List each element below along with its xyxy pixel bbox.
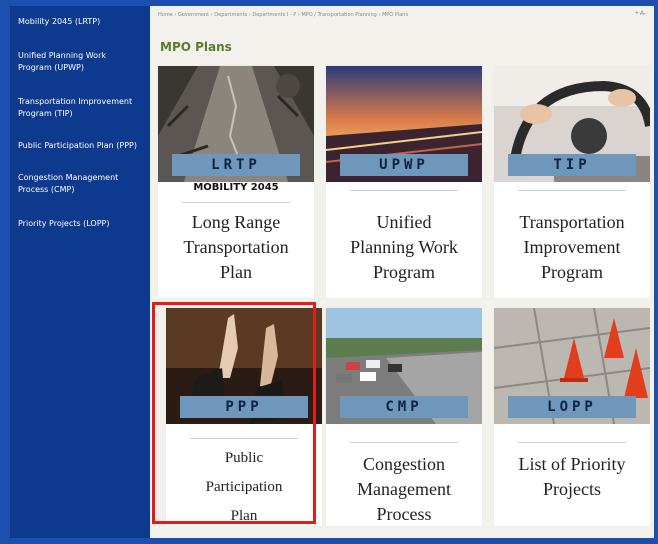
lopp-banner: LOPP bbox=[508, 396, 636, 418]
upwp-title: Unified Planning Work Program bbox=[350, 212, 458, 282]
ppp-title: Public Participation Plan bbox=[205, 450, 283, 524]
text-size-tools[interactable]: + A- bbox=[635, 11, 646, 17]
cmp-traffic-image: CMP bbox=[326, 308, 482, 424]
main-content: Home › Government › Departments › Depart… bbox=[150, 6, 654, 538]
divider bbox=[182, 202, 290, 203]
lrtp-banner: LRTP bbox=[172, 154, 300, 176]
card-upwp[interactable]: UPWP Unified Planning Work Program bbox=[326, 66, 482, 298]
divider bbox=[190, 438, 298, 439]
card-lopp[interactable]: LOPP List of Priority Projects bbox=[494, 308, 650, 526]
sidebar-item-lrtp[interactable]: Mobility 2045 (LRTP) bbox=[10, 16, 104, 28]
divider bbox=[518, 442, 626, 443]
tip-title: Transportation Improvement Program bbox=[519, 212, 625, 282]
lrtp-road-image: LRTP bbox=[158, 66, 314, 182]
ppp-raised-hands-image: PPP bbox=[166, 308, 322, 424]
card-lrtp[interactable]: LRTP MOBILITY 2045 Long Range Transporta… bbox=[158, 66, 314, 298]
card-tip[interactable]: TIP Transportation Improvement Program bbox=[494, 66, 650, 298]
breadcrumb: Home › Government › Departments › Depart… bbox=[158, 12, 409, 18]
upwp-banner: UPWP bbox=[340, 154, 468, 176]
card-cmp[interactable]: CMP Congestion Management Process bbox=[326, 308, 482, 526]
browser-frame: Mobility 2045 (LRTP) Unified Planning Wo… bbox=[10, 6, 654, 538]
lrtp-title: Long Range Transportation Plan bbox=[183, 212, 289, 282]
lopp-cones-image: LOPP bbox=[494, 308, 650, 424]
divider bbox=[350, 442, 458, 443]
divider bbox=[518, 190, 626, 191]
ppp-banner: PPP bbox=[180, 396, 308, 418]
tip-steering-image: TIP bbox=[494, 66, 650, 182]
sidebar-item-ppp[interactable]: Public Participation Plan (PPP) bbox=[10, 140, 141, 152]
mobility-subtitle: MOBILITY 2045 bbox=[193, 182, 279, 193]
cmp-banner: CMP bbox=[340, 396, 468, 418]
page-title: MPO Plans bbox=[160, 40, 232, 54]
lopp-title: List of Priority Projects bbox=[518, 454, 626, 499]
sidebar-item-cmp[interactable]: Congestion Management Process (CMP) bbox=[10, 172, 130, 196]
sidebar: Mobility 2045 (LRTP) Unified Planning Wo… bbox=[10, 6, 150, 538]
sidebar-item-tip[interactable]: Transportation Improvement Program (TIP) bbox=[10, 96, 146, 120]
tip-banner: TIP bbox=[508, 154, 636, 176]
sidebar-item-upwp[interactable]: Unified Planning Work Program (UPWP) bbox=[10, 50, 140, 74]
divider bbox=[350, 190, 458, 191]
card-ppp[interactable]: PPP Public Participation Plan bbox=[166, 308, 322, 526]
sidebar-item-lopp[interactable]: Priority Projects (LOPP) bbox=[10, 218, 113, 230]
upwp-sunset-image: UPWP bbox=[326, 66, 482, 182]
cmp-title: Congestion Management Process bbox=[357, 454, 451, 524]
